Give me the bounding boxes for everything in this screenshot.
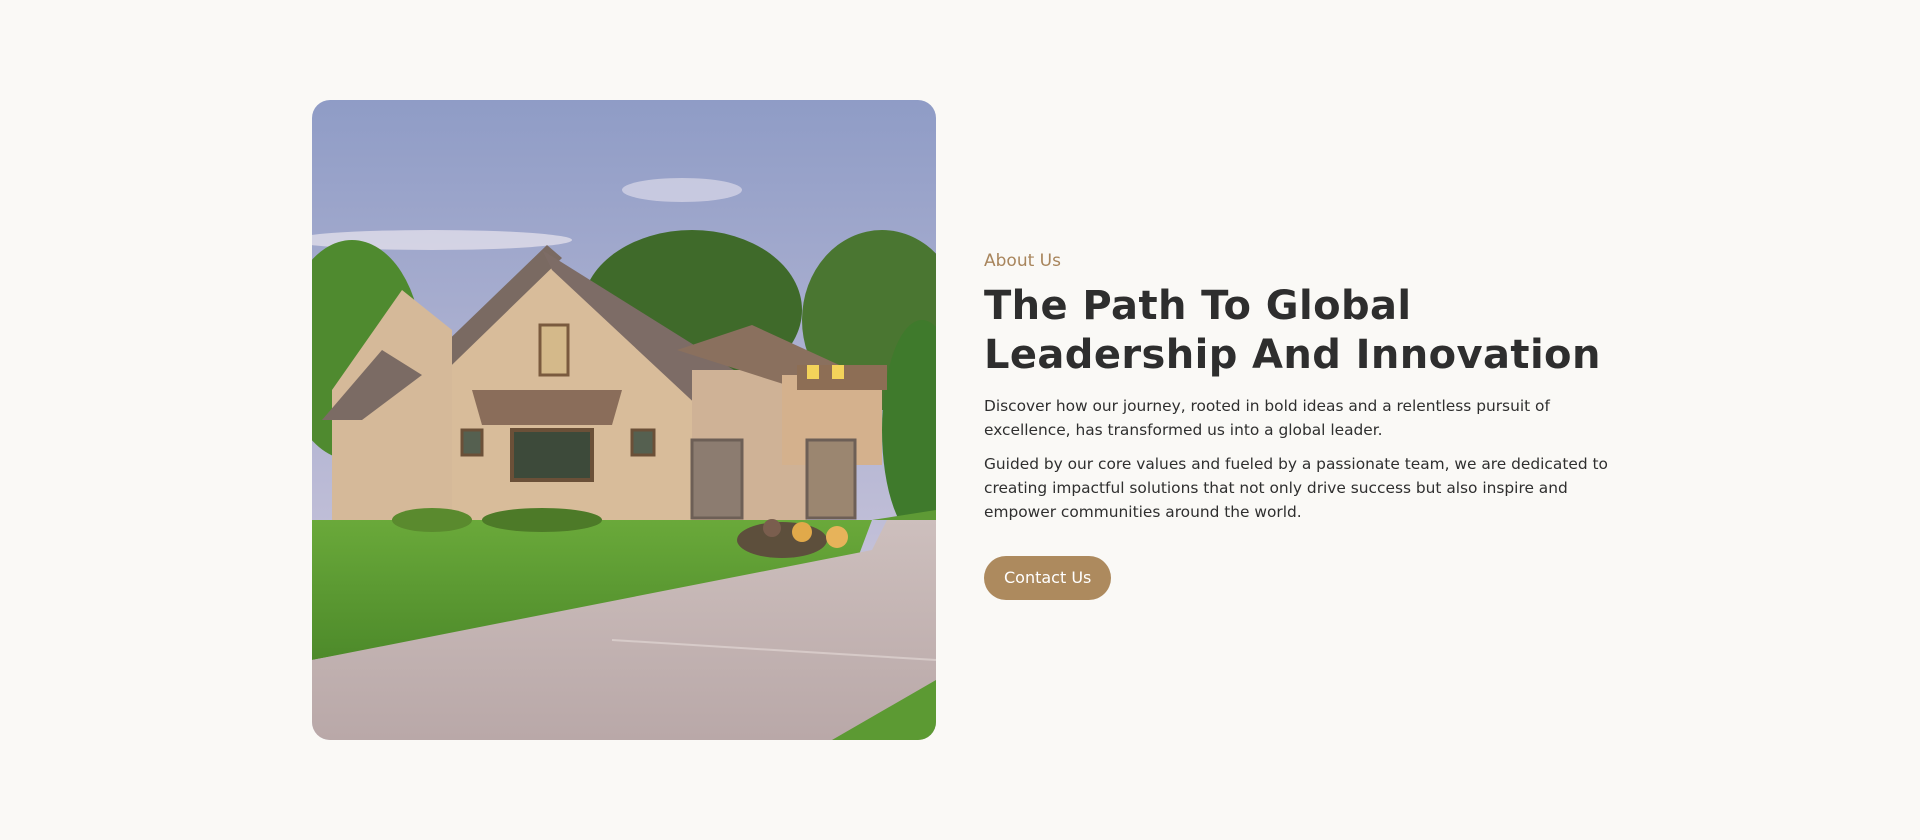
house-photo [312, 100, 936, 740]
section-heading: The Path To Global Leadership And Innova… [984, 282, 1624, 380]
about-section: About Us The Path To Global Leadership A… [0, 0, 1920, 840]
section-eyebrow: About Us [984, 251, 1061, 271]
about-content: About Us The Path To Global Leadership A… [984, 248, 1624, 600]
contact-us-button[interactable]: Contact Us [984, 556, 1112, 600]
intro-paragraph: Discover how our journey, rooted in bold… [984, 397, 1550, 439]
heading-line-1: The Path To Global [984, 283, 1412, 329]
heading-line-2: Leadership And Innovation [984, 332, 1601, 378]
values-paragraph: Guided by our core values and fueled by … [984, 455, 1608, 521]
